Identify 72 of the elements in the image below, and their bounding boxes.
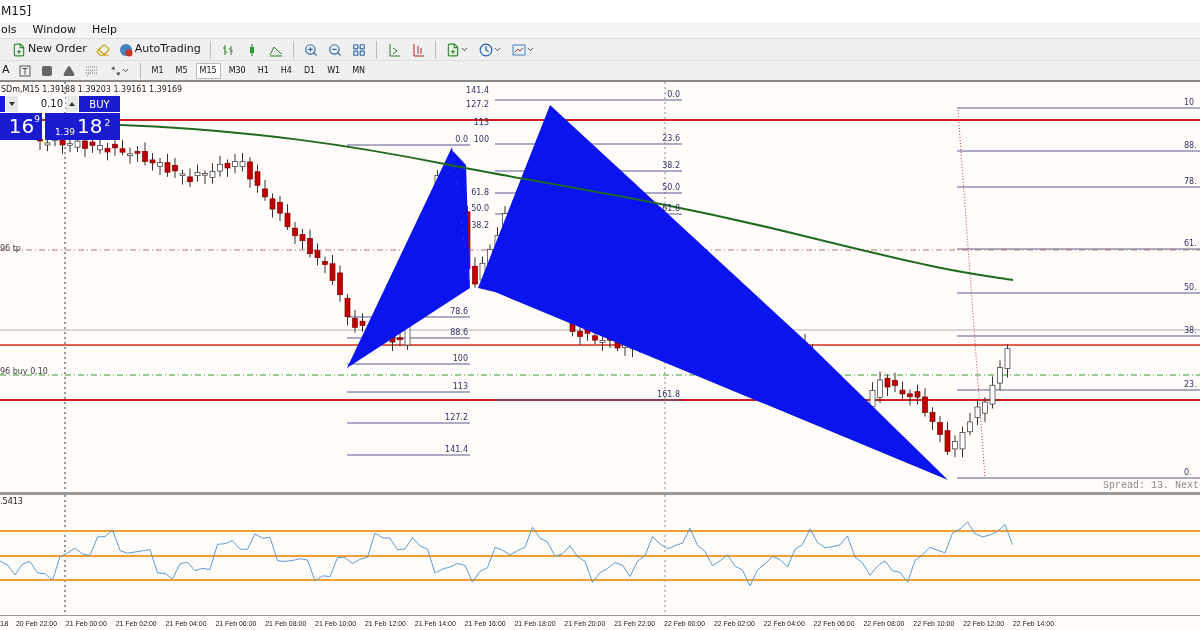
fib-level-label: 50.0 (662, 183, 680, 192)
fib-level-label: 50.0 (471, 204, 489, 213)
caret-icon (459, 45, 469, 54)
menu-item[interactable]: Window (32, 21, 76, 39)
fib-level-label: 0.0 (455, 135, 468, 144)
caret-icon (120, 66, 130, 75)
caret-down-icon (9, 102, 15, 106)
timeframe-button[interactable]: D1 (299, 62, 320, 79)
template-icon (511, 42, 526, 57)
fib-level-label: 88.6 (450, 328, 468, 337)
clock-icon (478, 42, 493, 57)
fib-level-label: 100 (473, 135, 489, 144)
menu-item[interactable]: Help (91, 21, 117, 39)
timeframe-button[interactable]: M1 (147, 62, 168, 79)
timeframe-button[interactable]: H4 (276, 62, 296, 79)
auto-scroll-icon (410, 42, 425, 57)
caret-icon (492, 45, 502, 54)
fib-level-label: 38.2 (471, 221, 489, 230)
timeframe-button[interactable]: M5 (171, 62, 192, 79)
lot-field[interactable]: 0.10 (19, 96, 65, 112)
fib-level-label: 0. (1184, 468, 1192, 477)
lot-decrease-button[interactable] (6, 96, 18, 112)
bar-chart-icon (220, 42, 235, 57)
indicator-value: .5413 (0, 497, 23, 506)
fib-level-label: 0.0 (667, 90, 680, 99)
fib-level-label: 10 (1184, 98, 1195, 107)
fib-level-label: 61. (1184, 239, 1197, 248)
fib-level-label: 23. (1184, 380, 1197, 389)
timeframe-button[interactable]: M15 (195, 62, 221, 79)
autotrading-button[interactable]: AutoTrading (116, 39, 203, 60)
timeframe-button[interactable]: M30 (224, 62, 250, 79)
fib-level-label: 38. (1184, 326, 1197, 335)
fib-level-label: 50. (1184, 283, 1197, 292)
rectangle-icon (40, 64, 53, 77)
fib-level-label: 100 (452, 354, 468, 363)
timeframe-button[interactable]: MN (348, 62, 370, 79)
fib-level-label: 141.4 (466, 86, 489, 95)
text-label-icon (18, 64, 31, 77)
caret-up-icon (69, 102, 75, 106)
buy-button[interactable]: BUY (79, 96, 120, 112)
text-tool-button[interactable]: A (0, 62, 12, 79)
document-plus-icon (12, 42, 26, 57)
new-order-button[interactable]: New Order (10, 39, 89, 60)
fib-level-label: 88. (1184, 141, 1197, 150)
fib-level-label: 78. (1184, 177, 1197, 186)
menu-item[interactable]: ols (1, 21, 17, 39)
document-plus-icon (445, 42, 460, 57)
order-line-label: 96 tp (0, 244, 21, 253)
eraser-icon (95, 42, 110, 57)
fib-level-label: 127.2 (466, 100, 489, 109)
chart-shift-icon (386, 42, 401, 57)
fib-level-label: 161.8 (657, 390, 680, 399)
order-line-label: 96 buy 0.10 (0, 367, 48, 376)
fib-level-label: 38.2 (662, 161, 680, 170)
timeframe-button[interactable]: W1 (323, 62, 345, 79)
lot-increase-button[interactable] (66, 96, 78, 112)
fib-level-label: 23.6 (662, 134, 680, 143)
triangle-icon (62, 64, 75, 77)
fib-level-label: 127.2 (445, 413, 468, 422)
fibonacci-icon (84, 64, 99, 77)
spread-text: Spread: 13. Next (1103, 480, 1199, 491)
fib-level-label: 78.6 (450, 307, 468, 316)
timeframe-button[interactable]: H1 (253, 62, 273, 79)
caret-icon (525, 45, 535, 54)
zoom-in-icon (303, 42, 318, 57)
fib-level-label: 61.8 (471, 188, 489, 197)
zoom-out-icon (327, 42, 342, 57)
grid-icon (351, 42, 366, 57)
fib-level-label: 141.4 (445, 445, 468, 454)
symbol-info: SDm,M15 1.39188 1.39203 1.39161 1.39169 (1, 85, 183, 94)
fib-level-label: 113 (452, 382, 468, 391)
window-title: M15] (1, 3, 32, 20)
